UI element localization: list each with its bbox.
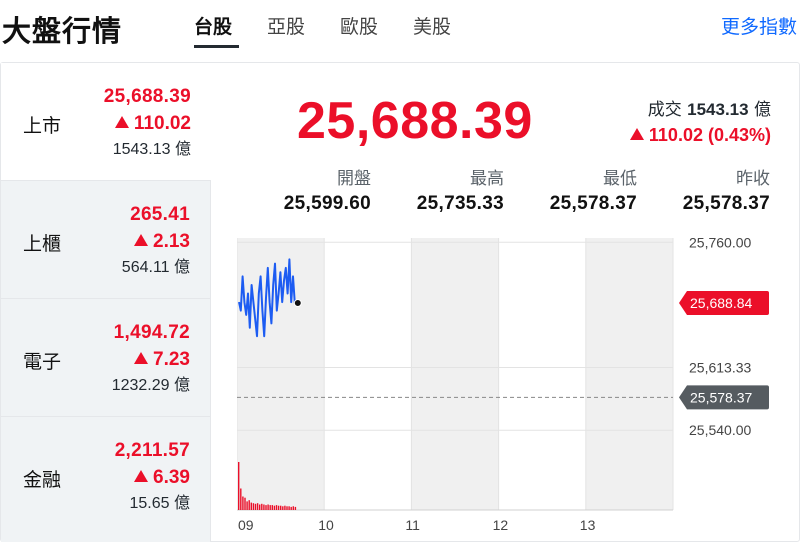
sidebar-item-listed[interactable]: 上市 25,688.39 110.02 1543.13 億 bbox=[1, 63, 211, 181]
volume-bar bbox=[292, 506, 294, 510]
volume-bar bbox=[269, 505, 271, 510]
y-tick-label: 25,760.00 bbox=[689, 238, 751, 250]
current-price: 25,688.39 bbox=[297, 92, 533, 150]
last-price-dot bbox=[293, 299, 302, 308]
volume-bar bbox=[252, 503, 255, 510]
y-tick-label: 25,540.00 bbox=[689, 422, 751, 438]
up-triangle-icon bbox=[134, 470, 149, 482]
stat-value: 25,599.60 bbox=[283, 193, 371, 214]
volume-bar bbox=[261, 503, 263, 510]
header: 大盤行情 台股 亞股 歐股 美股 更多指數 bbox=[0, 0, 800, 56]
tab-europe[interactable]: 歐股 bbox=[340, 12, 413, 48]
volume-bar bbox=[282, 506, 284, 510]
more-indices-link[interactable]: 更多指數 bbox=[721, 12, 797, 39]
turnover-label: 成交 bbox=[647, 100, 682, 120]
sidebar-item-otc[interactable]: 上櫃 265.41 2.13 564.11 億 bbox=[1, 181, 211, 299]
stat-label: 最高 bbox=[470, 169, 504, 189]
index-value: 1,494.72 bbox=[113, 322, 190, 343]
volume-bar bbox=[246, 501, 248, 510]
sidebar-item-label: 電子 bbox=[23, 351, 62, 373]
volume-bar bbox=[277, 505, 280, 510]
volume-bar bbox=[242, 496, 244, 510]
volume-bar bbox=[294, 506, 297, 510]
volume-bar bbox=[240, 488, 242, 510]
index-value: 25,688.39 bbox=[103, 86, 191, 107]
page-title: 大盤行情 bbox=[2, 14, 123, 48]
market-tabs: 台股 亞股 歐股 美股 bbox=[194, 12, 486, 48]
volume-bar bbox=[250, 502, 252, 510]
volume-bar bbox=[256, 503, 259, 510]
chart-column-shade bbox=[411, 238, 499, 510]
quote-stats: 開盤 25,599.60 最高 25,735.33 最低 25,578.37 昨… bbox=[251, 168, 771, 218]
prev-close-tag: 25,578.37 bbox=[679, 385, 769, 410]
price-change: 110.02 (0.43%) bbox=[629, 125, 771, 146]
sidebar-item-label: 金融 bbox=[23, 469, 62, 491]
stat-label: 昨收 bbox=[736, 169, 770, 189]
volume-bar bbox=[248, 500, 250, 510]
stat-label: 最低 bbox=[603, 169, 637, 189]
svg-text:25,578.37: 25,578.37 bbox=[690, 389, 752, 405]
intraday-chart[interactable]: 25,760.00 25,613.33 25,540.00 09 10 11 12 13 25,… bbox=[237, 238, 777, 538]
quote-detail: 25,688.39 成交 1543.13 億 110.02 (0.43%) 開盤… bbox=[211, 63, 800, 542]
index-value: 265.41 bbox=[130, 204, 190, 225]
index-change: 110.02 bbox=[104, 110, 191, 137]
volume-bar bbox=[265, 505, 267, 510]
up-triangle-icon bbox=[629, 128, 644, 140]
chart-column-shade bbox=[585, 238, 673, 510]
index-value: 2,211.57 bbox=[114, 440, 190, 461]
volume-bar bbox=[259, 504, 261, 510]
market-panel: 上市 25,688.39 110.02 1543.13 億 上櫃 265.41 … bbox=[0, 62, 800, 542]
svg-text:25,688.84: 25,688.84 bbox=[690, 295, 752, 311]
tab-taiwan[interactable]: 台股 bbox=[194, 12, 267, 48]
stat-high: 最高 25,735.33 bbox=[371, 168, 504, 218]
x-tick-label: 11 bbox=[405, 517, 420, 533]
index-volume: 1543.13 億 bbox=[112, 141, 191, 158]
index-change: 2.13 bbox=[122, 228, 190, 255]
stat-value: 25,578.37 bbox=[549, 193, 637, 214]
volume-bar bbox=[280, 505, 282, 510]
volume-bar bbox=[288, 506, 290, 510]
last-price-tag: 25,688.84 bbox=[679, 291, 769, 316]
index-change: 7.23 bbox=[112, 346, 190, 373]
up-triangle-icon bbox=[134, 352, 149, 364]
volume-bar bbox=[263, 504, 265, 510]
sidebar-item-label: 上櫃 bbox=[23, 233, 62, 255]
volume-bar bbox=[267, 504, 269, 510]
stat-open: 開盤 25,599.60 bbox=[251, 168, 371, 218]
volume-bar bbox=[244, 497, 246, 510]
sidebar-item-finance[interactable]: 金融 2,211.57 6.39 15.65 億 bbox=[1, 417, 211, 542]
index-volume: 564.11 億 bbox=[121, 259, 190, 276]
turnover: 成交 1543.13 億 bbox=[648, 95, 771, 120]
volume-bar bbox=[238, 462, 240, 510]
volume-bar bbox=[286, 506, 288, 510]
stat-low: 最低 25,578.37 bbox=[504, 168, 637, 218]
tab-asia[interactable]: 亞股 bbox=[267, 12, 340, 48]
volume-bar bbox=[290, 506, 292, 510]
x-tick-label: 10 bbox=[318, 517, 334, 533]
index-volume: 15.65 億 bbox=[129, 495, 191, 512]
x-tick-label: 13 bbox=[580, 517, 596, 533]
volume-bar bbox=[271, 505, 273, 510]
turnover-value: 1543.13 bbox=[687, 100, 749, 119]
x-tick-label: 12 bbox=[493, 517, 509, 533]
stat-value: 25,578.37 bbox=[682, 193, 770, 214]
volume-bar bbox=[275, 505, 278, 510]
volume-bar bbox=[254, 503, 257, 510]
turnover-unit: 億 bbox=[754, 100, 771, 120]
tab-us[interactable]: 美股 bbox=[413, 12, 486, 48]
sidebar-item-label: 上市 bbox=[23, 115, 62, 137]
stat-label: 開盤 bbox=[337, 169, 371, 189]
index-volume: 1232.29 億 bbox=[111, 377, 190, 394]
volume-bar bbox=[284, 505, 286, 510]
x-tick-label: 09 bbox=[238, 517, 254, 533]
volume-bar bbox=[273, 505, 276, 510]
up-triangle-icon bbox=[114, 116, 129, 128]
stat-prev-close: 昨收 25,578.37 bbox=[637, 168, 770, 218]
index-change: 6.39 bbox=[115, 464, 190, 491]
y-tick-label: 25,613.33 bbox=[689, 360, 751, 376]
sidebar-item-electronics[interactable]: 電子 1,494.72 7.23 1232.29 億 bbox=[1, 299, 211, 417]
up-triangle-icon bbox=[134, 234, 149, 246]
stat-value: 25,735.33 bbox=[416, 193, 504, 214]
index-sidebar: 上市 25,688.39 110.02 1543.13 億 上櫃 265.41 … bbox=[1, 63, 211, 542]
